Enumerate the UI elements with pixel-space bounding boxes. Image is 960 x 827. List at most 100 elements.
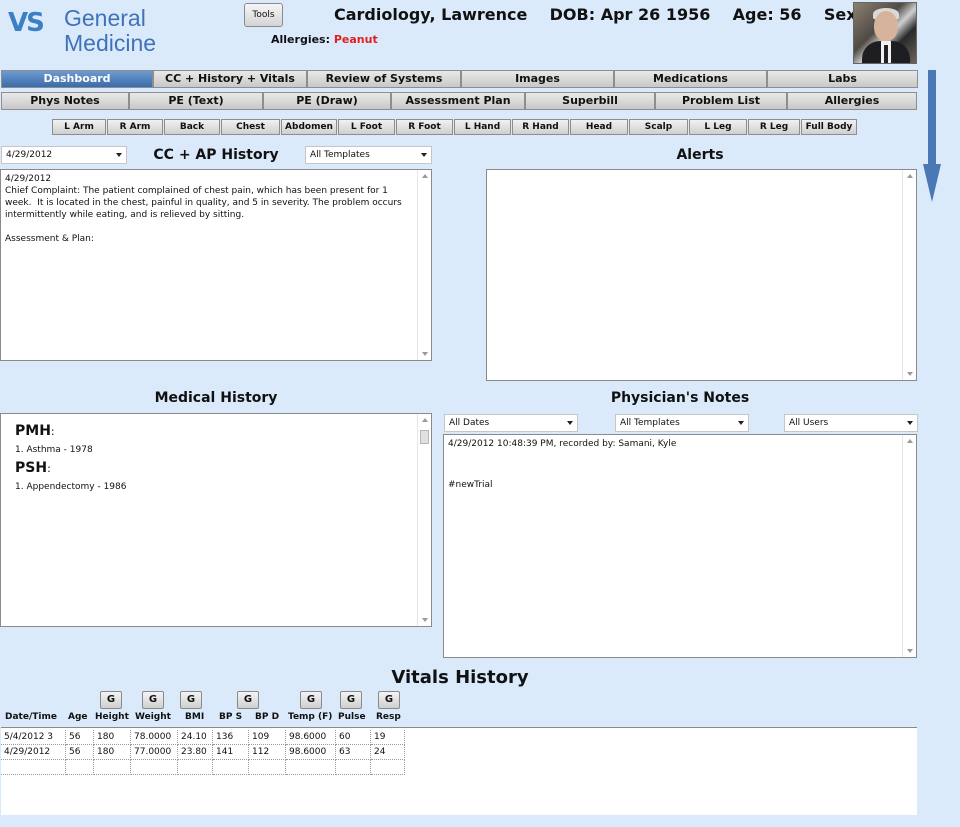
body-part-back[interactable]: Back — [164, 119, 220, 135]
medical-history-panel: PMH: 1. Asthma - 1978 PSH: 1. Appendecto… — [0, 413, 432, 627]
allergies-value: Peanut — [333, 33, 378, 46]
scroll-thumb[interactable] — [420, 430, 429, 444]
cc-ap-title: CC + AP History — [153, 147, 279, 163]
tab-pe-draw[interactable]: PE (Draw) — [263, 92, 391, 110]
table-cell — [249, 760, 286, 775]
table-cell: 23.80 — [178, 745, 213, 760]
vitals-history-title: Vitals History — [391, 667, 529, 688]
scroll-up-icon[interactable] — [422, 418, 428, 422]
tab-images[interactable]: Images — [461, 70, 614, 88]
body-part-r-leg[interactable]: R Leg — [748, 119, 800, 135]
pmh-item: 1. Asthma - 1978 — [15, 445, 93, 455]
alerts-scrollbar[interactable] — [902, 170, 916, 380]
body-part-l-leg[interactable]: L Leg — [689, 119, 747, 135]
tab-cc-history-vitals[interactable]: CC + History + Vitals — [153, 70, 307, 88]
graph-resp-button[interactable]: G — [378, 691, 400, 709]
chevron-down-icon — [567, 421, 573, 425]
cc-ap-date-select[interactable]: 4/29/2012 — [1, 146, 127, 164]
scroll-down-icon[interactable] — [422, 618, 428, 622]
vitals-col-resp: Resp — [376, 712, 401, 722]
allergies-label: Allergies: — [271, 33, 330, 46]
notes-dates-select[interactable]: All Dates — [444, 414, 578, 432]
vitals-col-pulse: Pulse — [338, 712, 366, 722]
alerts-title: Alerts — [676, 147, 724, 163]
physicians-notes-panel[interactable]: 4/29/2012 10:48:39 PM, recorded by: Sama… — [443, 434, 917, 658]
cc-ap-date-value: 4/29/2012 — [6, 150, 53, 160]
physicians-notes-title: Physician's Notes — [610, 390, 750, 406]
body-part-abdomen[interactable]: Abdomen — [281, 119, 337, 135]
vitals-col-weight: Weight — [135, 712, 171, 722]
body-part-l-arm[interactable]: L Arm — [52, 119, 106, 135]
note-entry-body: #newTrial — [448, 480, 493, 490]
tab-problem-list[interactable]: Problem List — [655, 92, 787, 110]
tab-dashboard[interactable]: Dashboard — [1, 70, 153, 88]
scroll-up-icon[interactable] — [422, 174, 428, 178]
vitals-col-age: Age — [68, 712, 88, 722]
scroll-down-icon[interactable] — [422, 352, 428, 356]
tab-review-of-systems[interactable]: Review of Systems — [307, 70, 461, 88]
scroll-up-icon[interactable] — [907, 174, 913, 178]
graph-weight-button[interactable]: G — [142, 691, 164, 709]
graph-bmi-button[interactable]: G — [180, 691, 202, 709]
tab-phys-notes[interactable]: Phys Notes — [1, 92, 129, 110]
tab-assessment-plan[interactable]: Assessment Plan — [391, 92, 525, 110]
notes-dates-value: All Dates — [449, 418, 490, 428]
app-title: General Medicine — [64, 6, 156, 56]
notes-templates-select[interactable]: All Templates — [615, 414, 749, 432]
cc-ap-scrollbar[interactable] — [417, 170, 431, 360]
table-cell: 180 — [94, 745, 131, 760]
tab-medications[interactable]: Medications — [614, 70, 767, 88]
table-cell: 98.6000 — [286, 745, 336, 760]
tools-button[interactable]: Tools — [244, 3, 283, 27]
table-cell — [286, 760, 336, 775]
body-part-tabs: L Arm R Arm Back Chest Abdomen L Foot R … — [52, 119, 858, 135]
table-cell: 112 — [249, 745, 286, 760]
vitals-table: 5/4/2012 3 56 180 78.0000 24.10 136 109 … — [1, 727, 917, 815]
body-part-r-hand[interactable]: R Hand — [512, 119, 569, 135]
notes-scrollbar[interactable] — [902, 435, 916, 657]
graph-bp-button[interactable]: G — [237, 691, 259, 709]
cc-ap-template-select[interactable]: All Templates — [305, 146, 432, 164]
vitals-col-temp: Temp (F) — [288, 712, 333, 722]
body-part-head[interactable]: Head — [570, 119, 628, 135]
body-part-r-arm[interactable]: R Arm — [107, 119, 163, 135]
graph-temp-button[interactable]: G — [300, 691, 322, 709]
scroll-down-icon[interactable] — [907, 649, 913, 653]
patient-photo — [853, 2, 917, 64]
app-title-line1: General — [64, 5, 146, 31]
pmh-heading: PMH: — [15, 423, 55, 439]
alerts-panel — [486, 169, 917, 381]
notes-users-select[interactable]: All Users — [784, 414, 918, 432]
patient-header: Cardiology, Lawrence DOB: Apr 26 1956 Ag… — [334, 5, 885, 24]
scroll-up-icon[interactable] — [907, 439, 913, 443]
table-cell: 4/29/2012 — [1, 745, 66, 760]
table-cell — [94, 760, 131, 775]
body-part-chest[interactable]: Chest — [221, 119, 280, 135]
medical-history-scrollbar[interactable] — [417, 414, 431, 626]
scroll-down-icon[interactable] — [907, 372, 913, 376]
table-cell — [66, 760, 94, 775]
table-cell: 141 — [213, 745, 249, 760]
note-entry-header: 4/29/2012 10:48:39 PM, recorded by: Sama… — [448, 439, 677, 449]
tab-labs[interactable]: Labs — [767, 70, 918, 88]
table-cell: 24.10 — [178, 730, 213, 745]
cc-ap-text-area[interactable]: 4/29/2012 Chief Complaint: The patient c… — [0, 169, 432, 361]
body-part-scalp[interactable]: Scalp — [629, 119, 688, 135]
body-part-r-foot[interactable]: R Foot — [396, 119, 453, 135]
tab-superbill[interactable]: Superbill — [525, 92, 655, 110]
graph-pulse-button[interactable]: G — [340, 691, 362, 709]
tab-pe-text[interactable]: PE (Text) — [129, 92, 263, 110]
body-part-l-hand[interactable]: L Hand — [454, 119, 511, 135]
table-cell: 180 — [94, 730, 131, 745]
table-cell: 78.0000 — [131, 730, 178, 745]
psh-label: PSH — [15, 460, 48, 476]
body-part-full-body[interactable]: Full Body — [801, 119, 857, 135]
table-cell — [1, 760, 66, 775]
graph-height-button[interactable]: G — [100, 691, 122, 709]
app-logo-icon: VS — [8, 8, 45, 44]
notes-templates-value: All Templates — [620, 418, 680, 428]
tab-allergies[interactable]: Allergies — [787, 92, 917, 110]
table-cell: 136 — [213, 730, 249, 745]
body-part-l-foot[interactable]: L Foot — [338, 119, 395, 135]
allergies-summary: Allergies: Peanut — [271, 33, 378, 46]
